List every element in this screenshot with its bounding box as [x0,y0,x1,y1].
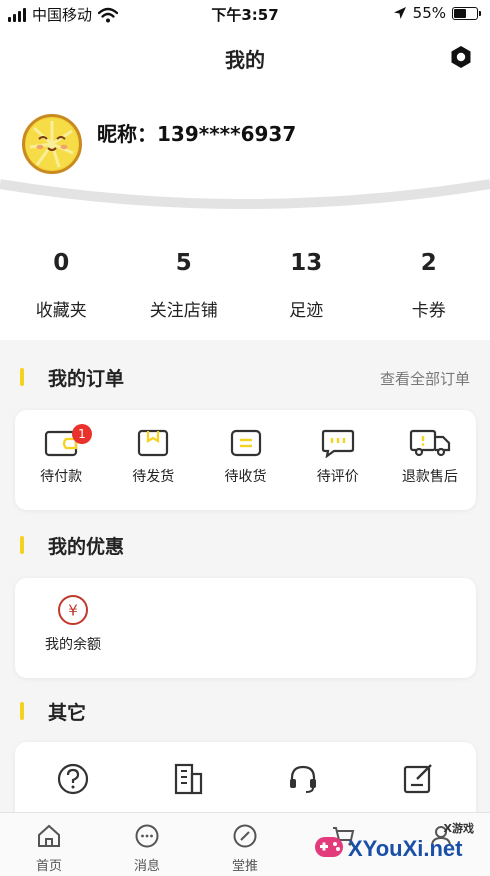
order-pending-shipment[interactable]: 待发货 [107,428,199,486]
other-help[interactable] [15,762,130,796]
badge-count: 1 [72,424,92,444]
comment-icon [321,429,354,458]
message-icon [135,824,159,848]
watermark-text: XYouXi.net [348,836,463,861]
stat-count: 5 [175,250,192,276]
stat-label: 卡券 [411,301,446,321]
order-label: 待评价 [316,469,359,485]
section-title: 我的优惠 [48,536,125,558]
stat-count: 2 [420,250,437,276]
status-bar: 中国移动 下午3:57 55% [0,0,490,30]
tab-home[interactable]: 首页 [0,813,98,876]
lemon-avatar-icon [26,118,78,170]
other-store[interactable] [130,762,245,796]
battery-percent: 55% [412,4,446,22]
watermark: XYouXi.net X游戏 [312,820,482,872]
home-icon [38,824,60,847]
help-icon [57,763,88,795]
section-title: 我的订单 [48,368,125,390]
settings-icon[interactable] [448,44,474,70]
others-header: 其它 [0,692,490,732]
building-icon [174,763,202,795]
stat-label: 收藏夹 [35,301,87,321]
package-icon [138,429,169,457]
orders-header: 我的订单 查看全部订单 [0,358,490,398]
svg-text:¥: ¥ [68,602,78,620]
nav-bar: 我的 [0,30,490,82]
tab-messages[interactable]: 消息 [98,813,196,876]
stat-label: 足迹 [289,301,324,321]
benefit-balance[interactable]: ¥ 我的余额 [41,594,105,654]
stat-followed-shops[interactable]: 5 关注店铺 [123,212,246,340]
other-feedback[interactable] [361,762,476,796]
avatar[interactable] [22,114,82,174]
receive-icon [230,429,261,457]
status-right: 55% [393,4,481,22]
tab-label: 首页 [35,859,62,874]
other-customer-service[interactable] [246,762,361,796]
stat-coupons[interactable]: 2 卡券 [368,212,490,340]
edit-icon [404,764,433,794]
benefits-card: ¥ 我的余额 [15,578,476,678]
section-accent-bar [20,702,24,720]
tab-label: 消息 [133,859,160,874]
order-label: 待收货 [224,469,267,485]
section-accent-bar [20,368,24,386]
compass-icon [233,824,257,848]
stat-footprints[interactable]: 13 足迹 [245,212,368,340]
stat-label: 关注店铺 [149,301,218,321]
benefits-header: 我的优惠 [0,526,490,566]
gamepad-logo-icon [315,837,343,857]
stat-count: 13 [290,250,323,276]
stat-count: 0 [53,250,70,276]
order-pending-review[interactable]: 待评价 [292,428,384,486]
order-label: 待付款 [40,469,83,485]
benefit-label: 我的余额 [45,637,101,653]
order-label: 待发货 [132,469,175,485]
stats-row: 0 收藏夹 5 关注店铺 13 足迹 2 卡券 [0,212,490,340]
orders-card: 1 待付款 待发货 待收货 待评价 退款售后 [15,410,476,510]
stat-favorites[interactable]: 0 收藏夹 [0,212,123,340]
yen-icon: ¥ [58,595,88,625]
headset-icon [290,765,317,793]
nickname[interactable]: 昵称：139****6937 [97,118,296,147]
order-label: 退款售后 [401,469,458,485]
truck-icon [409,429,451,457]
section-accent-bar [20,536,24,554]
section-title: 其它 [48,702,87,724]
location-arrow-icon [393,7,406,19]
view-all-orders-link[interactable]: 查看全部订单 [380,368,470,389]
page-title: 我的 [225,48,265,72]
watermark-small-text: X游戏 [443,822,474,835]
order-pending-receipt[interactable]: 待收货 [199,428,291,486]
order-refund-aftersales[interactable]: 退款售后 [384,428,476,486]
tab-label: 堂推 [231,859,258,874]
tab-discover[interactable]: 堂推 [196,813,294,876]
battery-icon [452,6,481,20]
order-pending-payment[interactable]: 1 待付款 [15,424,107,486]
